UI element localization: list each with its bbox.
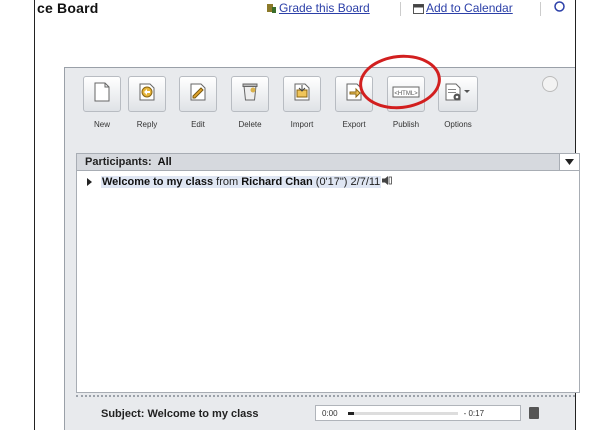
delete-icon: [240, 82, 260, 107]
reply-button[interactable]: Reply: [122, 76, 172, 129]
audio-player[interactable]: 0:00 - 0:17: [315, 405, 521, 421]
progress-track[interactable]: [347, 411, 458, 415]
link-separator: [540, 2, 541, 16]
add-calendar-label: Add to Calendar: [426, 1, 513, 15]
cut-off-link[interactable]: [554, 1, 565, 12]
link-separator: [400, 2, 401, 16]
participants-value: All: [157, 156, 172, 168]
delete-label: Delete: [238, 120, 262, 129]
add-calendar-link[interactable]: Add to Calendar: [413, 1, 513, 15]
player-menu-icon[interactable]: [529, 407, 539, 419]
frame-left-border: [34, 0, 35, 430]
speaker-icon: [382, 176, 393, 188]
thread-item[interactable]: Welcome to my class from Richard Chan (0…: [87, 176, 393, 188]
export-label: Export: [342, 120, 366, 129]
expand-icon[interactable]: [542, 76, 558, 92]
import-label: Import: [290, 120, 314, 129]
thread-author: Richard Chan: [241, 176, 313, 188]
edit-button[interactable]: Edit: [173, 76, 223, 129]
options-gear-icon: [443, 82, 473, 107]
options-label: Options: [444, 120, 472, 129]
participants-label: Participants:: [85, 156, 152, 168]
subject-value: Welcome to my class: [147, 408, 259, 420]
grade-icon: [266, 3, 277, 14]
subject-label: Subject:: [101, 408, 145, 420]
thread-from: from: [216, 176, 239, 188]
reply-label: Reply: [136, 120, 158, 129]
time-remaining: - 0:17: [463, 408, 485, 418]
thread-list: Welcome to my class from Richard Chan (0…: [76, 171, 580, 393]
edit-label: Edit: [191, 120, 205, 129]
new-document-icon: [93, 82, 111, 107]
import-button[interactable]: Import: [277, 76, 327, 129]
reply-icon: [137, 82, 157, 107]
toolbar: New Reply Edit Delete Import Export <HTM…: [77, 76, 572, 142]
thread-date: 2/7/11: [350, 176, 381, 188]
edit-icon: [188, 82, 208, 107]
options-button[interactable]: Options: [433, 76, 483, 129]
calendar-icon: [413, 3, 424, 14]
pane-divider[interactable]: [76, 395, 575, 397]
subject-line: Subject: Welcome to my class: [101, 408, 259, 420]
delete-button[interactable]: Delete: [225, 76, 275, 129]
progress-fill: [347, 411, 354, 415]
expand-arrow-icon[interactable]: [87, 178, 92, 186]
thread-title: Welcome to my class: [102, 176, 214, 188]
new-button[interactable]: New: [77, 76, 127, 129]
participants-filter[interactable]: Participants: All: [76, 153, 580, 171]
new-label: New: [93, 120, 110, 129]
link-icon: [554, 1, 565, 12]
chevron-down-icon[interactable]: [559, 154, 579, 170]
import-icon: [292, 82, 312, 107]
grade-board-link[interactable]: Grade this Board: [266, 1, 370, 15]
thread-duration: (0'17"): [315, 176, 348, 188]
page-title: ce Board: [37, 0, 99, 16]
time-start: 0:00: [322, 408, 338, 418]
grade-board-label: Grade this Board: [279, 1, 370, 15]
publish-label: Publish: [392, 120, 420, 129]
